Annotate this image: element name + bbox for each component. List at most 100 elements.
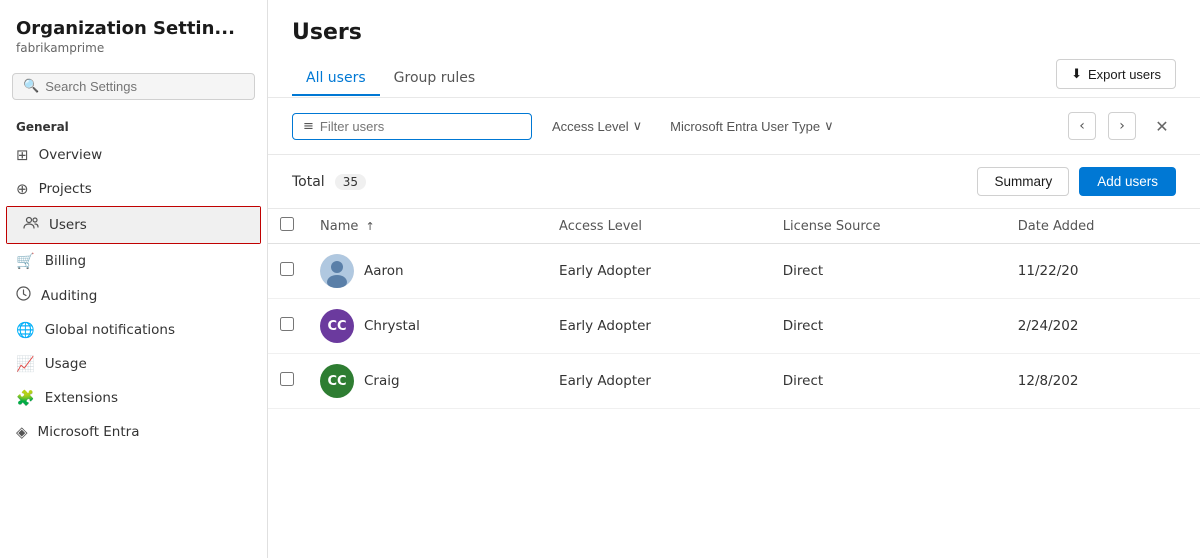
auditing-icon xyxy=(16,286,31,305)
tabs-bar: All users Group rules xyxy=(292,62,489,95)
row-checkbox[interactable] xyxy=(280,372,294,386)
export-icon: ⬇ xyxy=(1071,66,1082,82)
name-cell: CC Craig xyxy=(308,354,547,409)
users-table: Name ↑ Access Level License Source Date … xyxy=(268,209,1200,409)
users-icon xyxy=(23,215,39,235)
avatar: CC xyxy=(320,309,354,343)
table-scroll[interactable]: Name ↑ Access Level License Source Date … xyxy=(268,209,1200,558)
nav-prev-button[interactable]: ‹ xyxy=(1068,112,1096,140)
sidebar-item-usage[interactable]: 📈 Usage xyxy=(0,347,267,381)
access-level-cell: Early Adopter xyxy=(547,299,771,354)
tab-all-users[interactable]: All users xyxy=(292,62,380,96)
name-cell: CC Chrystal xyxy=(308,299,547,354)
table-area: Total 35 Summary Add users Name ↑ xyxy=(268,155,1200,558)
select-all-checkbox[interactable] xyxy=(280,217,294,231)
access-level-column-header: Access Level xyxy=(547,209,771,244)
add-users-button[interactable]: Add users xyxy=(1079,167,1176,196)
date-added-cell: 2/24/202 xyxy=(1006,299,1200,354)
general-section-label: General xyxy=(0,112,267,138)
access-level-cell: Early Adopter xyxy=(547,354,771,409)
license-source-cell: Direct xyxy=(771,299,1006,354)
table-row: AaronEarly AdopterDirect11/22/20 xyxy=(268,244,1200,299)
sidebar-item-users[interactable]: Users xyxy=(7,207,260,243)
sidebar: Organization Settin... fabrikamprime 🔍 G… xyxy=(0,0,268,558)
sidebar-item-label: Global notifications xyxy=(45,322,175,338)
sidebar-item-label: Auditing xyxy=(41,288,97,304)
search-settings-wrapper[interactable]: 🔍 xyxy=(12,73,255,100)
avatar xyxy=(320,254,354,288)
avatar: CC xyxy=(320,364,354,398)
tab-group-rules[interactable]: Group rules xyxy=(380,62,490,96)
global-notifications-icon: 🌐 xyxy=(16,321,35,339)
name-cell: Aaron xyxy=(308,244,547,299)
license-source-cell: Direct xyxy=(771,354,1006,409)
table-row: CC Chrystal Early AdopterDirect2/24/202 xyxy=(268,299,1200,354)
usage-icon: 📈 xyxy=(16,355,35,373)
org-title: Organization Settin... xyxy=(16,18,251,39)
chevron-right-icon: › xyxy=(1119,118,1125,134)
access-level-dropdown[interactable]: Access Level ∨ xyxy=(544,113,650,139)
sidebar-item-label: Billing xyxy=(45,253,86,269)
sidebar-header: Organization Settin... fabrikamprime xyxy=(0,0,267,65)
row-checkbox-cell[interactable] xyxy=(268,354,308,409)
date-added-column-header: Date Added xyxy=(1006,209,1200,244)
sidebar-item-label: Projects xyxy=(39,181,92,197)
access-level-label: Access Level xyxy=(552,119,629,134)
date-added-cell: 11/22/20 xyxy=(1006,244,1200,299)
total-badge: 35 xyxy=(335,174,366,190)
extensions-icon: 🧩 xyxy=(16,389,35,407)
summary-button[interactable]: Summary xyxy=(977,167,1069,196)
table-row: CCCraigEarly AdopterDirect12/8/202 xyxy=(268,354,1200,409)
export-users-button[interactable]: ⬇ Export users xyxy=(1056,59,1176,89)
filter-input-wrapper[interactable]: ≡ xyxy=(292,113,532,140)
sidebar-item-users-border: Users xyxy=(6,206,261,244)
sidebar-item-billing[interactable]: 🛒 Billing xyxy=(0,244,267,278)
sidebar-item-global-notifications[interactable]: 🌐 Global notifications xyxy=(0,313,267,347)
select-all-header[interactable] xyxy=(268,209,308,244)
sidebar-item-microsoft-entra[interactable]: ◈ Microsoft Entra xyxy=(0,415,267,449)
export-label: Export users xyxy=(1088,67,1161,82)
projects-icon: ⊕ xyxy=(16,180,29,198)
search-icon: 🔍 xyxy=(23,79,39,94)
org-subtitle: fabrikamprime xyxy=(16,41,251,55)
main-header: Users All users Group rules ⬇ Export use… xyxy=(268,0,1200,98)
sort-asc-icon: ↑ xyxy=(366,220,375,233)
license-source-column-header: License Source xyxy=(771,209,1006,244)
sidebar-item-label: Usage xyxy=(45,356,87,372)
user-type-dropdown[interactable]: Microsoft Entra User Type ∨ xyxy=(662,113,842,139)
user-name: Aaron xyxy=(364,263,404,279)
microsoft-entra-icon: ◈ xyxy=(16,423,28,441)
sidebar-item-extensions[interactable]: 🧩 Extensions xyxy=(0,381,267,415)
row-checkbox-cell[interactable] xyxy=(268,299,308,354)
billing-icon: 🛒 xyxy=(16,252,35,270)
row-checkbox[interactable] xyxy=(280,317,294,331)
user-type-label: Microsoft Entra User Type xyxy=(670,119,820,134)
sidebar-item-overview[interactable]: ⊞ Overview xyxy=(0,138,267,172)
sidebar-item-label: Extensions xyxy=(45,390,118,406)
search-settings-input[interactable] xyxy=(45,79,244,94)
sidebar-item-projects[interactable]: ⊕ Projects xyxy=(0,172,267,206)
tabs-export-row: All users Group rules ⬇ Export users xyxy=(292,59,1176,97)
user-name: Craig xyxy=(364,373,400,389)
clear-filters-button[interactable]: ✕ xyxy=(1148,112,1176,140)
filter-users-input[interactable] xyxy=(320,119,521,134)
sidebar-item-label: Microsoft Entra xyxy=(38,424,140,440)
row-checkbox-cell[interactable] xyxy=(268,244,308,299)
close-icon: ✕ xyxy=(1155,117,1168,136)
user-name: Chrystal xyxy=(364,318,420,334)
nav-next-button[interactable]: › xyxy=(1108,112,1136,140)
chevron-left-icon: ‹ xyxy=(1079,118,1085,134)
overview-icon: ⊞ xyxy=(16,146,29,164)
total-label: Total xyxy=(292,174,325,190)
sidebar-item-auditing[interactable]: Auditing xyxy=(0,278,267,313)
page-title: Users xyxy=(292,20,1176,45)
main-content: Users All users Group rules ⬇ Export use… xyxy=(268,0,1200,558)
table-toolbar: Total 35 Summary Add users xyxy=(268,155,1200,209)
filter-bar: ≡ Access Level ∨ Microsoft Entra User Ty… xyxy=(268,98,1200,155)
license-source-cell: Direct xyxy=(771,244,1006,299)
chevron-down-icon-2: ∨ xyxy=(824,118,834,134)
sidebar-item-label: Users xyxy=(49,217,87,233)
name-column-header[interactable]: Name ↑ xyxy=(308,209,547,244)
row-checkbox[interactable] xyxy=(280,262,294,276)
filter-lines-icon: ≡ xyxy=(303,119,314,134)
